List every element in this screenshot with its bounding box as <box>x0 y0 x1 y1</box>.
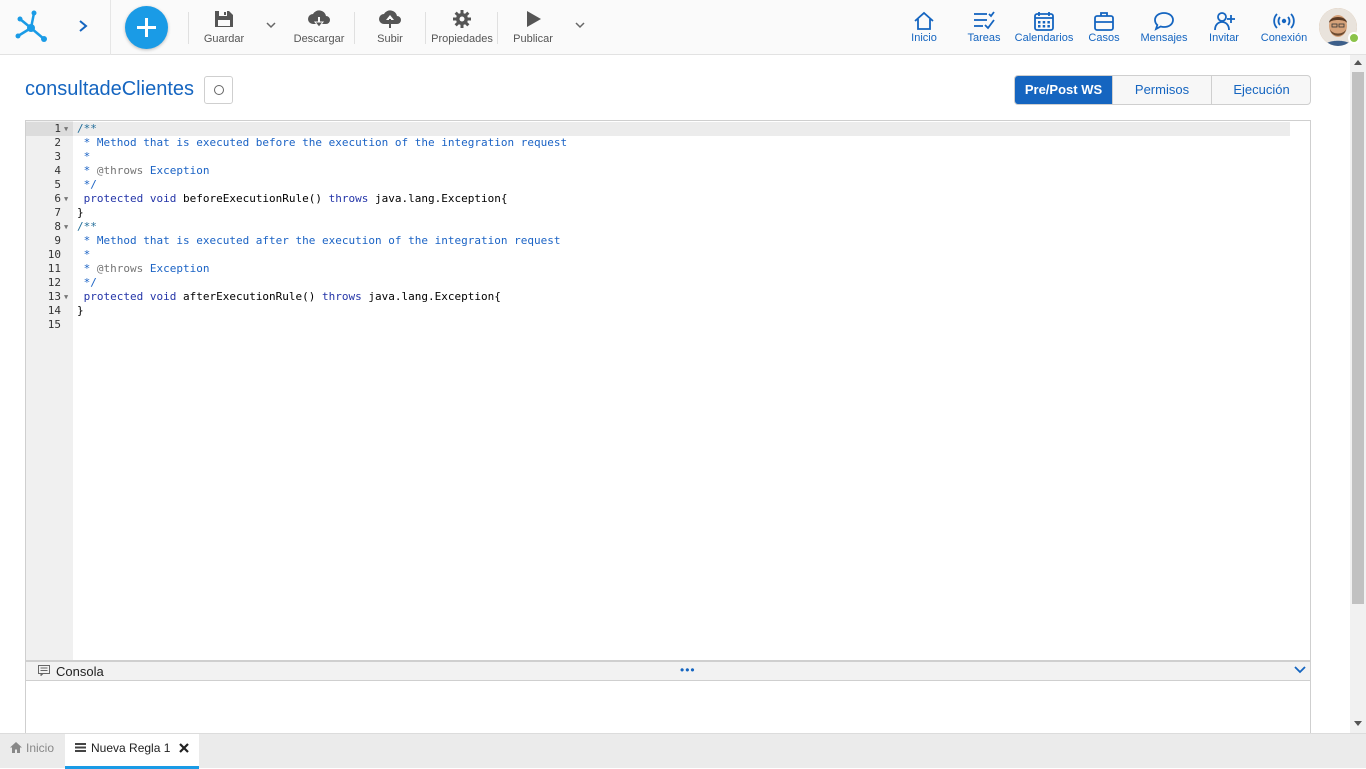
logo-area <box>0 0 111 55</box>
bottom-tab-rule[interactable]: Nueva Regla 1 <box>65 734 199 769</box>
scroll-down-arrow-icon[interactable] <box>1354 721 1362 726</box>
nav-connection[interactable]: Conexión <box>1258 0 1310 55</box>
bottom-tab-bar: Inicio Nueva Regla 1 <box>0 733 1366 769</box>
top-toolbar: Guardar Descargar Subir Propiedades Publ… <box>0 0 1366 55</box>
nav-cases-label: Casos <box>1088 32 1120 44</box>
fold-toggle-icon[interactable]: ▼ <box>64 290 68 304</box>
nav-calendars[interactable]: Calendarios <box>1013 0 1075 55</box>
page-title: consultadeClientes <box>25 78 194 100</box>
cloud-download-icon <box>308 10 330 28</box>
online-status-badge <box>1348 32 1360 44</box>
app-logo-icon[interactable] <box>14 10 48 44</box>
cloud-upload-icon <box>379 10 401 28</box>
bottom-tab-rule-label: Nueva Regla 1 <box>91 741 171 755</box>
save-label: Guardar <box>203 33 245 45</box>
upload-button[interactable]: Subir <box>368 0 412 55</box>
play-icon <box>527 11 541 27</box>
toolbar-divider <box>354 12 355 44</box>
page-scrollbar[interactable] <box>1350 55 1366 733</box>
circle-icon <box>214 85 224 95</box>
tab-bar: Pre/Post WS Permisos Ejecución <box>1014 75 1311 105</box>
list-icon <box>75 743 86 752</box>
chevron-down-icon[interactable] <box>1294 665 1306 675</box>
upload-label: Subir <box>377 33 403 45</box>
fold-toggle-icon[interactable]: ▼ <box>64 220 68 234</box>
signal-icon <box>1273 13 1295 29</box>
nav-tasks[interactable]: Tareas <box>962 0 1006 55</box>
toolbar-divider <box>188 12 189 44</box>
code-editor[interactable]: 1 ▼/** 2 * Method that is executed before… <box>25 120 1311 661</box>
console-label: Consola <box>56 664 104 679</box>
chevron-down-icon[interactable] <box>574 20 586 30</box>
briefcase-icon <box>1094 12 1114 31</box>
status-toggle-button[interactable] <box>204 76 233 104</box>
tab-permisos[interactable]: Permisos <box>1113 76 1212 104</box>
nav-home-label: Inicio <box>911 32 937 44</box>
nav-cases[interactable]: Casos <box>1084 0 1124 55</box>
save-button[interactable]: Guardar <box>198 0 250 55</box>
console-icon <box>38 665 50 676</box>
fold-toggle-icon[interactable]: ▼ <box>64 122 68 136</box>
properties-button[interactable]: Propiedades <box>430 0 494 55</box>
nav-tasks-label: Tareas <box>967 32 1001 44</box>
plus-icon <box>137 18 156 37</box>
save-icon <box>215 11 233 27</box>
tasks-icon <box>974 11 995 30</box>
calendar-icon <box>1034 12 1054 31</box>
toolbar-divider <box>497 12 498 44</box>
nav-messages-label: Mensajes <box>1140 32 1188 44</box>
gear-icon <box>453 10 471 28</box>
tab-ejecucion[interactable]: Ejecución <box>1212 76 1310 104</box>
nav-messages[interactable]: Mensajes <box>1138 0 1190 55</box>
bottom-tab-home[interactable]: Inicio <box>0 734 64 769</box>
home-icon <box>914 11 934 30</box>
fold-toggle-icon[interactable]: ▼ <box>64 192 68 206</box>
nav-home[interactable]: Inicio <box>904 0 944 55</box>
active-line-highlight <box>26 122 1290 136</box>
tab-pre-post-ws[interactable]: Pre/Post WS <box>1015 76 1113 104</box>
chevron-right-icon[interactable] <box>76 16 90 36</box>
download-button[interactable]: Descargar <box>290 0 348 55</box>
close-icon[interactable] <box>179 743 189 753</box>
chevron-down-icon[interactable] <box>265 20 277 30</box>
nav-calendars-label: Calendarios <box>1014 32 1074 44</box>
home-icon <box>10 742 22 753</box>
console-header: Consola ••• <box>25 661 1311 681</box>
scroll-up-arrow-icon[interactable] <box>1354 60 1362 65</box>
add-button[interactable] <box>125 6 168 49</box>
download-label: Descargar <box>293 33 345 45</box>
chat-bubble-icon <box>1154 12 1174 31</box>
console-output[interactable] <box>25 681 1311 733</box>
nav-connection-label: Conexión <box>1260 32 1308 44</box>
resize-handle[interactable]: ••• <box>680 663 696 677</box>
scroll-thumb[interactable] <box>1352 72 1364 604</box>
bottom-tab-home-label: Inicio <box>26 741 55 755</box>
publish-label: Publicar <box>513 33 553 45</box>
nav-invite-label: Invitar <box>1209 32 1239 44</box>
nav-invite[interactable]: Invitar <box>1204 0 1244 55</box>
publish-button[interactable]: Publicar <box>508 0 558 55</box>
add-user-icon <box>1214 12 1235 31</box>
properties-label: Propiedades <box>431 33 493 45</box>
toolbar-divider <box>425 12 426 44</box>
